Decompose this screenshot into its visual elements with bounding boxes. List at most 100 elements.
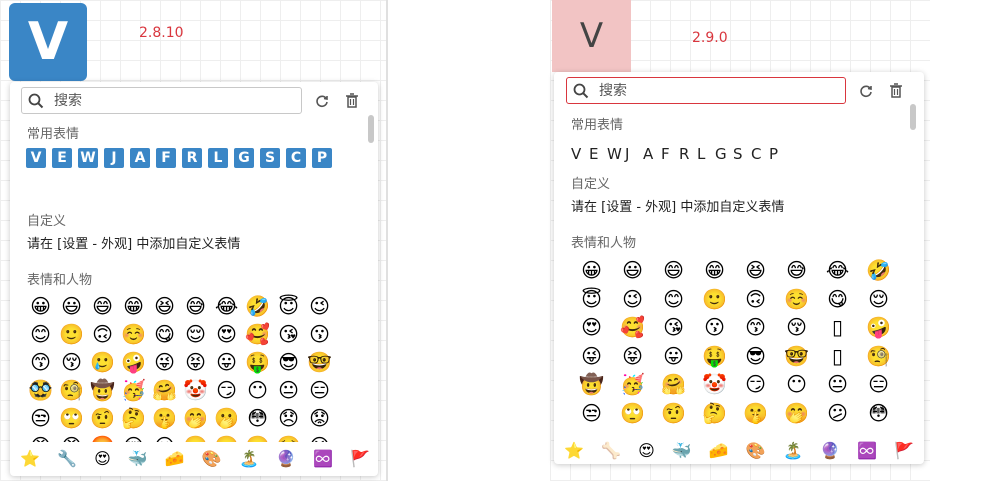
category-tab-icon[interactable]: 😍 <box>638 441 655 460</box>
emoji-item[interactable]: 😋 <box>817 285 858 314</box>
category-tab-icon[interactable]: 🏝️ <box>783 441 803 460</box>
emoji-item[interactable]: 🤑 <box>694 342 735 371</box>
emoji-item[interactable]: 😝 <box>612 342 653 371</box>
emoji-item[interactable]: 😛 <box>211 348 242 376</box>
emoji-item[interactable]: 🤭 <box>180 404 211 432</box>
category-tab-icon[interactable]: ⭐ <box>564 441 584 460</box>
emoji-item[interactable]: 😟 <box>304 404 335 432</box>
recent-emoji-letter[interactable]: C <box>751 145 769 163</box>
emoji-item[interactable]: 🤪 <box>858 313 899 342</box>
left-search-box[interactable] <box>21 87 302 114</box>
recent-emoji-badge[interactable]: W <box>78 148 98 168</box>
recent-emoji-badge[interactable]: F <box>156 148 176 168</box>
emoji-item[interactable]: 🥰 <box>612 313 653 342</box>
emoji-item[interactable]: 😗 <box>304 320 335 348</box>
emoji-item[interactable]: 😙 <box>25 348 56 376</box>
emoji-item[interactable]: 😘 <box>273 320 304 348</box>
recent-emoji-letter[interactable]: R <box>679 145 697 163</box>
emoji-item[interactable]: 🤔 <box>694 399 735 428</box>
emoji-item[interactable]: 😀 <box>25 292 56 320</box>
emoji-item[interactable]: 🥸 <box>25 376 56 404</box>
emoji-item[interactable]: 😐 <box>273 376 304 404</box>
emoji-item[interactable]: 🧐 <box>858 342 899 371</box>
trash-icon[interactable] <box>342 91 362 111</box>
emoji-item[interactable]: 😔 <box>118 432 149 442</box>
emoji-item[interactable]: 😄 <box>87 292 118 320</box>
category-tab-icon[interactable]: 🚩 <box>350 449 370 468</box>
emoji-item[interactable]: 🤫 <box>149 404 180 432</box>
emoji-item[interactable]: 😒 <box>25 404 56 432</box>
category-tab-icon[interactable]: 🧀 <box>165 449 185 468</box>
emoji-item[interactable]: ▯ <box>817 342 858 371</box>
emoji-item[interactable]: 😕 <box>149 432 180 442</box>
category-tab-icon[interactable]: 🐳 <box>128 449 148 468</box>
emoji-item[interactable]: 😆 <box>149 292 180 320</box>
emoji-item[interactable]: 😃 <box>56 292 87 320</box>
recent-emoji-letter[interactable]: F <box>661 145 679 163</box>
category-tab-icon[interactable]: 🧀 <box>709 441 729 460</box>
emoji-item[interactable]: 😘 <box>653 313 694 342</box>
category-tab-icon[interactable]: 🐳 <box>672 441 692 460</box>
emoji-item[interactable]: 😁 <box>118 292 149 320</box>
category-tab-icon[interactable]: 🦴 <box>601 441 621 460</box>
emoji-item[interactable]: 😬 <box>242 432 273 442</box>
emoji-item[interactable]: 🙁 <box>180 432 211 442</box>
emoji-item[interactable]: 😛 <box>653 342 694 371</box>
emoji-item[interactable]: 😄 <box>653 256 694 285</box>
emoji-item[interactable]: 😅 <box>776 256 817 285</box>
emoji-item[interactable]: 😁 <box>694 256 735 285</box>
emoji-item[interactable]: 😞 <box>273 404 304 432</box>
category-tab-icon[interactable]: 🔮 <box>820 441 840 460</box>
category-tab-icon[interactable]: ♾️ <box>313 449 333 468</box>
emoji-item[interactable]: 😂 <box>817 256 858 285</box>
emoji-item[interactable]: 😊 <box>653 285 694 314</box>
emoji-item[interactable]: 🤗 <box>149 376 180 404</box>
trash-icon[interactable] <box>886 81 906 101</box>
emoji-item[interactable]: 😇 <box>273 292 304 320</box>
recent-emoji-badge[interactable]: A <box>130 148 150 168</box>
emoji-item[interactable]: 🧐 <box>56 376 87 404</box>
category-tab-icon[interactable]: 🔮 <box>276 449 296 468</box>
emoji-item[interactable]: 😶 <box>242 376 273 404</box>
emoji-item[interactable]: 😙 <box>735 313 776 342</box>
category-tab-icon[interactable]: 🎨 <box>202 449 222 468</box>
emoji-item[interactable]: 😒 <box>571 399 612 428</box>
emoji-item[interactable]: 😇 <box>571 285 612 314</box>
category-tab-icon[interactable]: ♾️ <box>857 441 877 460</box>
emoji-item[interactable]: 😝 <box>180 348 211 376</box>
recent-emoji-badge[interactable]: E <box>52 148 72 168</box>
emoji-item[interactable]: 🥰 <box>242 320 273 348</box>
left-scrollbar[interactable] <box>368 115 374 143</box>
emoji-item[interactable]: 🤠 <box>571 370 612 399</box>
recent-emoji-badge[interactable]: L <box>208 148 228 168</box>
emoji-item[interactable]: 😎 <box>273 348 304 376</box>
emoji-item[interactable]: 😡 <box>56 432 87 442</box>
recent-emoji-letter[interactable]: W <box>607 145 625 163</box>
emoji-item[interactable]: 🤫 <box>735 399 776 428</box>
emoji-item[interactable]: ☹️ <box>211 432 242 442</box>
recent-emoji-letter[interactable]: A <box>643 145 661 163</box>
emoji-item[interactable]: 😠 <box>25 432 56 442</box>
emoji-item[interactable]: 🫢 <box>211 404 242 432</box>
emoji-item[interactable]: ▯ <box>817 313 858 342</box>
emoji-item[interactable]: 😑 <box>304 376 335 404</box>
emoji-item[interactable]: 😗 <box>694 313 735 342</box>
emoji-item[interactable]: 😋 <box>149 320 180 348</box>
recent-emoji-badge[interactable]: R <box>182 148 202 168</box>
recent-emoji-badge[interactable]: P <box>312 148 332 168</box>
emoji-item[interactable]: 😐 <box>817 370 858 399</box>
emoji-item[interactable]: 🥲 <box>87 348 118 376</box>
emoji-item[interactable]: 😊 <box>25 320 56 348</box>
emoji-item[interactable]: 🤡 <box>694 370 735 399</box>
recent-emoji-badge[interactable]: V <box>26 148 46 168</box>
emoji-item[interactable]: 😑 <box>858 370 899 399</box>
recent-emoji-badge[interactable]: C <box>286 148 306 168</box>
emoji-item[interactable]: 😚 <box>56 348 87 376</box>
left-search-input[interactable] <box>52 91 256 110</box>
emoji-item[interactable]: 😅 <box>180 292 211 320</box>
emoji-item[interactable]: 🙃 <box>735 285 776 314</box>
category-tab-icon[interactable]: ⭐ <box>20 449 40 468</box>
emoji-item[interactable]: 🤣 <box>858 256 899 285</box>
category-tab-icon[interactable]: 🎨 <box>746 441 766 460</box>
emoji-item[interactable]: 😎 <box>735 342 776 371</box>
